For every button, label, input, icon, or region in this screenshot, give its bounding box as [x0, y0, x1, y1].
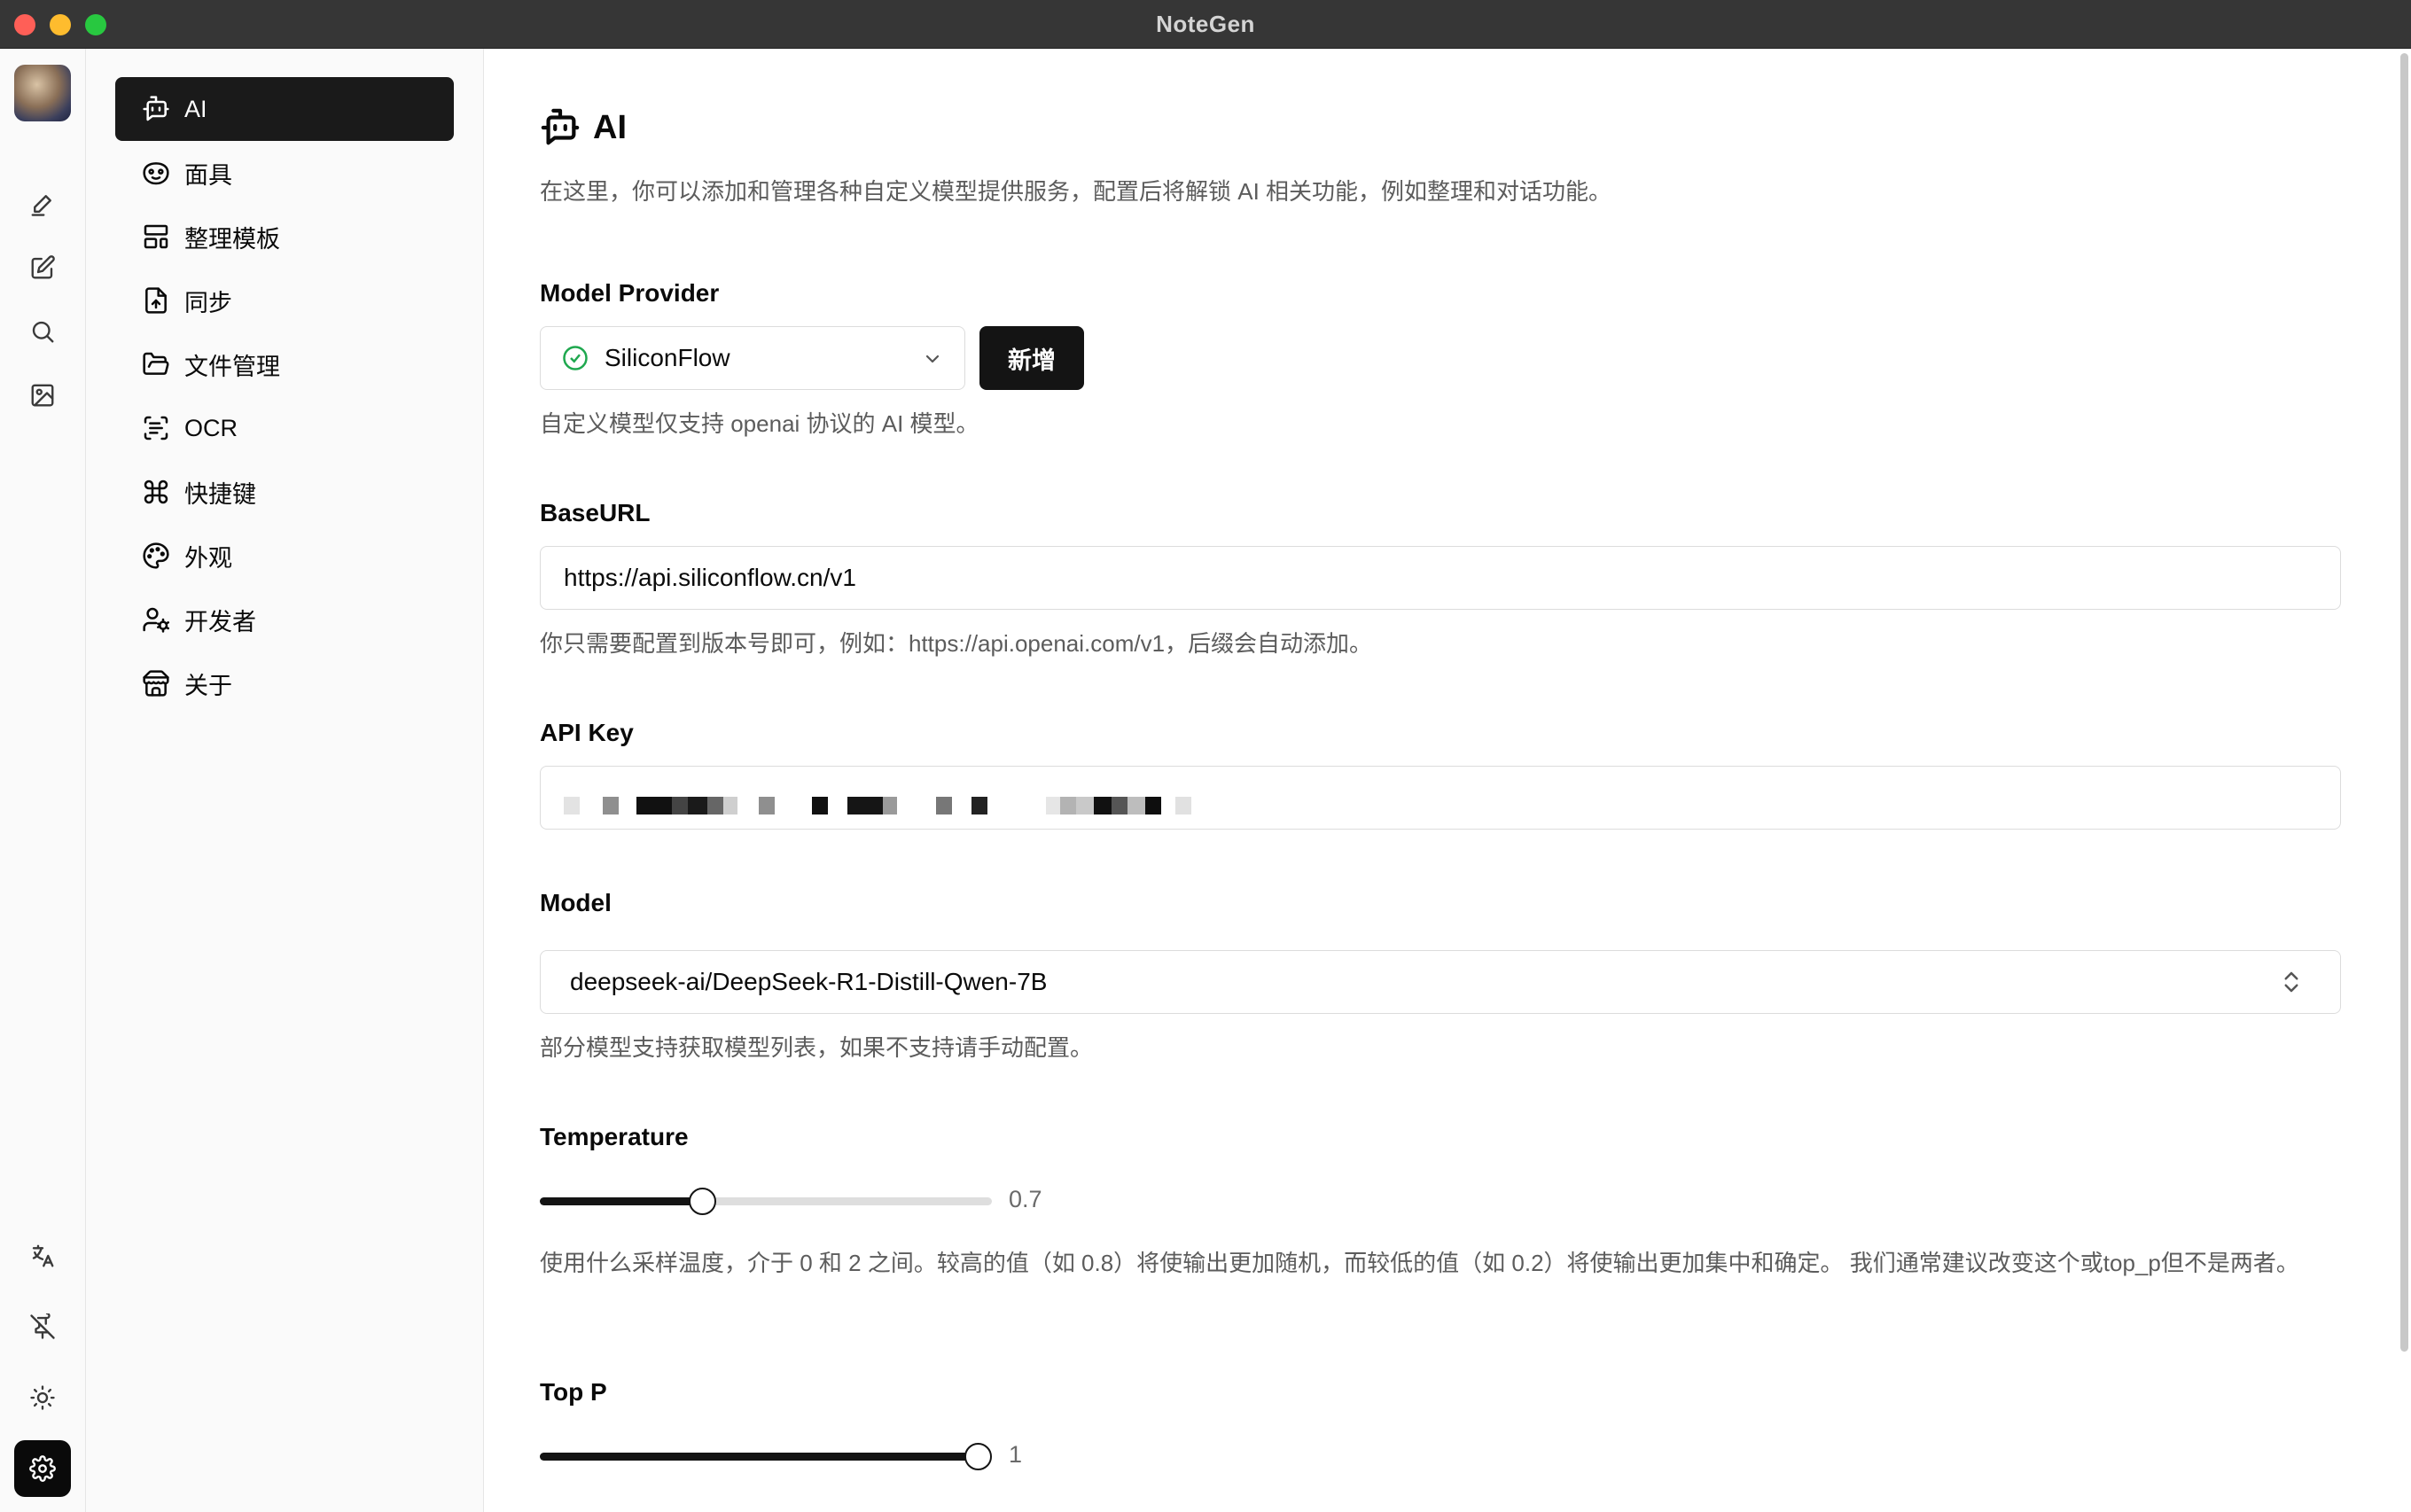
- model-provider-label: Model Provider: [540, 279, 720, 307]
- settings-sidebar: AI 面具 整理模板 同步 文件管理 OCR 快捷键 外观 开发者 关于: [86, 49, 484, 1512]
- settings-content: AI 在这里，你可以添加和管理各种自定义模型提供服务，配置后将解锁 AI 相关功…: [485, 49, 2411, 1512]
- api-key-input[interactable]: [540, 766, 2341, 830]
- activity-bar: [0, 49, 86, 1512]
- nav-item-template[interactable]: 整理模板: [115, 205, 454, 269]
- base-url-hint: 你只需要配置到版本号即可，例如：https://api.openai.com/v…: [540, 630, 1373, 657]
- folder-open-icon: [143, 352, 169, 375]
- write-button[interactable]: [14, 175, 71, 232]
- app-window: NoteGen AI 面具 整理模板 同步 文件管理 OCR 快捷键 外观 开发…: [0, 0, 2411, 1512]
- bot-icon: [143, 96, 169, 121]
- model-provider-value: SiliconFlow: [605, 344, 730, 371]
- nav-item-shortcuts[interactable]: 快捷键: [115, 460, 454, 524]
- top-p-label: Top P: [540, 1378, 607, 1406]
- command-icon: [144, 479, 168, 504]
- content-scrollbar[interactable]: [2400, 53, 2408, 1352]
- search-icon: [32, 321, 54, 343]
- nav-item-file-management[interactable]: 文件管理: [115, 332, 454, 396]
- nav-item-label: OCR: [184, 414, 238, 441]
- edit-icon: [31, 255, 55, 279]
- nav-item-label: 同步: [184, 289, 232, 316]
- model-select[interactable]: deepseek-ai/DeepSeek-R1-Distill-Qwen-7B: [540, 950, 2341, 1014]
- temperature-hint: 使用什么采样温度，介于 0 和 2 之间。较高的值（如 0.8）将使输出更加随机…: [540, 1250, 2299, 1276]
- nav-item-about[interactable]: 关于: [115, 651, 454, 715]
- palette-icon: [143, 542, 169, 569]
- nav-item-label: 开发者: [184, 608, 256, 635]
- translate-button[interactable]: [14, 1228, 71, 1284]
- nav-item-ocr[interactable]: OCR: [115, 396, 454, 460]
- nav-item-label: 整理模板: [184, 225, 280, 253]
- model-hint: 部分模型支持获取模型列表，如果不支持请手动配置。: [540, 1034, 1094, 1061]
- search-button[interactable]: [14, 303, 71, 360]
- window-title: NoteGen: [1156, 11, 1255, 37]
- nav-item-label: AI: [184, 95, 207, 122]
- page-title: AI: [593, 108, 627, 146]
- scan-text-icon: [144, 416, 168, 440]
- nav-item-mask[interactable]: 面具: [115, 141, 454, 205]
- temperature-slider[interactable]: [540, 1186, 992, 1216]
- page-header: AI: [540, 107, 627, 148]
- file-upload-icon: [145, 287, 167, 314]
- check-circle-icon: [562, 345, 605, 371]
- store-icon: [143, 670, 169, 697]
- temperature-label: Temperature: [540, 1123, 689, 1150]
- chevron-down-icon: [922, 348, 943, 370]
- slider-thumb[interactable]: [688, 1188, 716, 1215]
- top-p-value: 1: [1009, 1441, 1023, 1468]
- base-url-value: https://api.siliconflow.cn/v1: [564, 564, 856, 591]
- nav-item-label: 快捷键: [184, 480, 256, 508]
- pen-icon: [31, 195, 51, 216]
- nav-item-ai[interactable]: AI: [115, 77, 454, 141]
- layout-template-icon: [144, 224, 168, 249]
- edit-button[interactable]: [14, 239, 71, 296]
- nav-item-sync[interactable]: 同步: [115, 269, 454, 332]
- base-url-label: BaseURL: [540, 499, 651, 526]
- temperature-value: 0.7: [1009, 1186, 1042, 1212]
- mask-icon: [143, 162, 169, 185]
- nav-item-appearance[interactable]: 外观: [115, 524, 454, 588]
- page-description: 在这里，你可以添加和管理各种自定义模型提供服务，配置后将解锁 AI 相关功能，例…: [540, 178, 1612, 205]
- gear-icon: [29, 1455, 56, 1482]
- base-url-input[interactable]: https://api.siliconflow.cn/v1: [540, 546, 2341, 610]
- settings-button[interactable]: [14, 1440, 71, 1497]
- unpin-button[interactable]: [14, 1298, 71, 1355]
- slider-thumb[interactable]: [964, 1443, 992, 1470]
- pin-off-icon: [30, 1313, 55, 1339]
- nav-item-label: 外观: [184, 544, 232, 572]
- translate-icon: [32, 1244, 54, 1267]
- image-icon: [31, 384, 54, 407]
- user-cog-icon: [143, 607, 170, 633]
- image-button[interactable]: [14, 367, 71, 424]
- top-p-slider[interactable]: [540, 1441, 992, 1471]
- slider-range: [540, 1453, 979, 1461]
- model-label: Model: [540, 889, 612, 916]
- bot-icon: [541, 108, 580, 145]
- sun-icon: [30, 1385, 55, 1410]
- chevrons-up-down-icon: [2278, 969, 2305, 995]
- nav-item-label: 关于: [184, 672, 232, 699]
- nav-item-label: 面具: [184, 161, 232, 189]
- model-provider-select[interactable]: SiliconFlow: [540, 326, 965, 390]
- model-provider-hint: 自定义模型仅支持 openai 协议的 AI 模型。: [540, 410, 979, 437]
- avatar[interactable]: [14, 65, 71, 121]
- theme-button[interactable]: [14, 1369, 71, 1426]
- add-provider-button[interactable]: 新增: [979, 326, 1084, 390]
- nav-item-developer[interactable]: 开发者: [115, 588, 454, 651]
- api-key-label: API Key: [540, 719, 634, 746]
- slider-range: [540, 1197, 703, 1205]
- nav-item-label: 文件管理: [184, 353, 280, 380]
- model-value: deepseek-ai/DeepSeek-R1-Distill-Qwen-7B: [570, 968, 1048, 995]
- title-bar: NoteGen: [0, 0, 2411, 49]
